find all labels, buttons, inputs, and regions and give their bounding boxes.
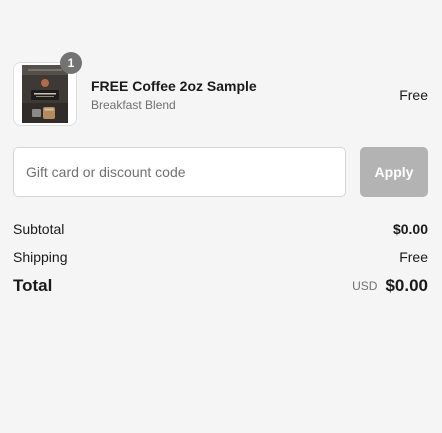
- total-label: Total: [13, 276, 53, 295]
- total-currency: USD: [352, 279, 378, 293]
- total-value-group: USD $0.00: [352, 276, 428, 296]
- order-summary: 1 FREE Coffee 2oz Sample Breakfast Blend…: [13, 0, 428, 433]
- subtotal-label: Subtotal: [13, 221, 65, 237]
- product-name: FREE Coffee 2oz Sample: [91, 78, 257, 94]
- shipping-row: Shipping Free: [13, 249, 428, 269]
- line-item: 1 FREE Coffee 2oz Sample Breakfast Blend…: [13, 52, 428, 126]
- shipping-label: Shipping: [13, 249, 68, 265]
- total-amount: $0.00: [385, 276, 428, 295]
- quantity-badge: 1: [60, 52, 82, 74]
- subtotal-row: Subtotal $0.00: [13, 221, 428, 241]
- discount-code-input[interactable]: [13, 147, 346, 197]
- subtotal-value: $0.00: [392, 221, 428, 237]
- shipping-value: Free: [399, 249, 428, 265]
- product-price: Free: [399, 87, 428, 103]
- product-variant: Breakfast Blend: [91, 98, 176, 112]
- product-thumbnail-wrapper: 1: [13, 52, 82, 126]
- total-row: Total USD $0.00: [13, 276, 428, 302]
- apply-discount-button[interactable]: Apply: [360, 147, 428, 197]
